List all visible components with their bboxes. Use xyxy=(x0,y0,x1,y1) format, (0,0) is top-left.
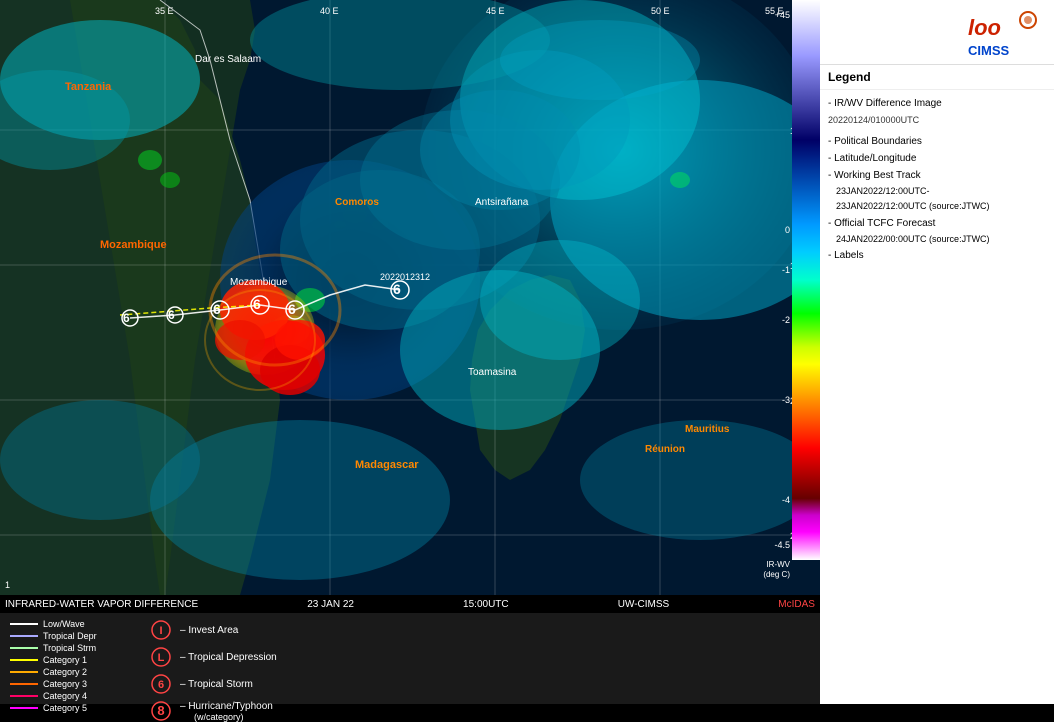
legend-forecast-date: 24JAN2022/00:00UTC (source:JTWC) xyxy=(836,232,1046,247)
cat4-label: Category 4 xyxy=(43,691,87,701)
legend-cat2: Category 2 xyxy=(10,667,130,677)
legend-title: Legend xyxy=(828,70,1046,84)
legend-invest: I – Invest Area xyxy=(150,619,277,641)
cat2-line xyxy=(10,671,38,673)
cat5-label: Category 5 xyxy=(43,703,87,713)
colorbar-label-neg3: -3 xyxy=(782,395,790,405)
trop-depression-symbol: L xyxy=(150,646,172,668)
cat2-label: Category 2 xyxy=(43,667,87,677)
trop-depr-label: Tropical Depr xyxy=(43,631,97,641)
legend-tropical-storm: 6 – Tropical Storm xyxy=(150,673,277,695)
hurricane-symbol: 8 xyxy=(150,700,172,722)
legend-cat5: Category 5 xyxy=(10,703,130,713)
colorbar-label-neg2: -2 xyxy=(782,315,790,325)
cat5-line xyxy=(10,707,38,709)
svg-text:I: I xyxy=(159,625,162,637)
trop-depr-line xyxy=(10,635,38,637)
legend-cat4: Category 4 xyxy=(10,691,130,701)
colorbar-label-zero: 0 xyxy=(785,225,790,235)
legend-boundaries: - Political Boundaries xyxy=(828,133,1046,150)
colorbar-label-neg4: -4 xyxy=(782,495,790,505)
legend-best-track: - Working Best Track xyxy=(828,167,1046,184)
status-date: 23 JAN 22 xyxy=(307,599,354,610)
hurricane-label: – Hurricane/Typhoon xyxy=(180,701,273,712)
svg-text:8: 8 xyxy=(157,703,164,718)
hurricane-sublabel: (w/category) xyxy=(194,712,273,722)
svg-text:6: 6 xyxy=(158,679,164,691)
cimss-logo: loo CIMSS xyxy=(966,5,1046,60)
svg-text:loo: loo xyxy=(968,15,1001,40)
status-time: 15:00UTC xyxy=(463,599,509,610)
colorbar-label-neg1: -1 xyxy=(782,265,790,275)
colorbar-unit2: (deg C) xyxy=(763,570,790,579)
svg-text:L: L xyxy=(158,652,165,664)
trop-strm-label: Tropical Strm xyxy=(43,643,96,653)
legend-track-date2: 23JAN2022/12:00UTC (source:JTWC) xyxy=(836,199,1046,214)
trop-strm-line xyxy=(10,647,38,649)
map-container: 6 6 6 6 6 6 2022012312 Tanzania Dar es S… xyxy=(0,0,820,595)
map-background xyxy=(0,0,820,595)
status-source: UW-CIMSS xyxy=(618,599,669,610)
legend-cat3: Category 3 xyxy=(10,679,130,689)
invest-symbol: I xyxy=(150,619,172,641)
cat3-line xyxy=(10,683,38,685)
legend-image-type: - IR/WV Difference Image xyxy=(828,95,1046,112)
cat1-line xyxy=(10,659,38,661)
invest-label: – Invest Area xyxy=(180,625,238,636)
low-wave-label: Low/Wave xyxy=(43,619,85,629)
legend-trop-depr: Tropical Depr xyxy=(10,631,130,641)
colorbar-unit: IR-WV xyxy=(766,560,790,569)
status-bar: INFRARED-WATER VAPOR DIFFERENCE 23 JAN 2… xyxy=(0,595,820,613)
cat1-label: Category 1 xyxy=(43,655,87,665)
trop-storm-label: – Tropical Storm xyxy=(180,679,253,690)
legend-tropical-depression: L – Tropical Depression xyxy=(150,646,277,668)
right-panel: loo CIMSS Legend - IR/WV Difference Imag… xyxy=(820,0,1054,704)
low-wave-line xyxy=(10,623,38,625)
colorbar xyxy=(792,0,820,560)
legend-bottom: Low/Wave Tropical Depr Tropical Strm Cat… xyxy=(0,613,820,704)
legend-hurricane: 8 – Hurricane/Typhoon (w/category) xyxy=(150,700,277,722)
colorbar-label-top: +45 xyxy=(775,10,790,20)
colorbar-label-neg45: -4.5 xyxy=(774,540,790,550)
legend-lat-lon: - Latitude/Longitude xyxy=(828,150,1046,167)
status-software: McIDAS xyxy=(778,599,815,610)
trop-depression-label: – Tropical Depression xyxy=(180,652,277,663)
legend-timestamp: 20220124/010000UTC xyxy=(828,112,1046,129)
svg-text:CIMSS: CIMSS xyxy=(968,43,1010,58)
legend-forecast: - Official TCFC Forecast xyxy=(828,215,1046,232)
cat3-label: Category 3 xyxy=(43,679,87,689)
legend-cat1: Category 1 xyxy=(10,655,130,665)
cat4-line xyxy=(10,695,38,697)
legend-track-date: 23JAN2022/12:00UTC- xyxy=(836,184,1046,199)
legend-low-wave: Low/Wave xyxy=(10,619,130,629)
status-title: INFRARED-WATER VAPOR DIFFERENCE xyxy=(5,599,198,610)
trop-storm-symbol: 6 xyxy=(150,673,172,695)
track-types-legend: Low/Wave Tropical Depr Tropical Strm Cat… xyxy=(10,619,130,698)
storm-symbols-legend: I – Invest Area L – Tropical Depression … xyxy=(150,619,277,698)
legend-trop-strm: Tropical Strm xyxy=(10,643,130,653)
legend-labels: - Labels xyxy=(828,247,1046,264)
